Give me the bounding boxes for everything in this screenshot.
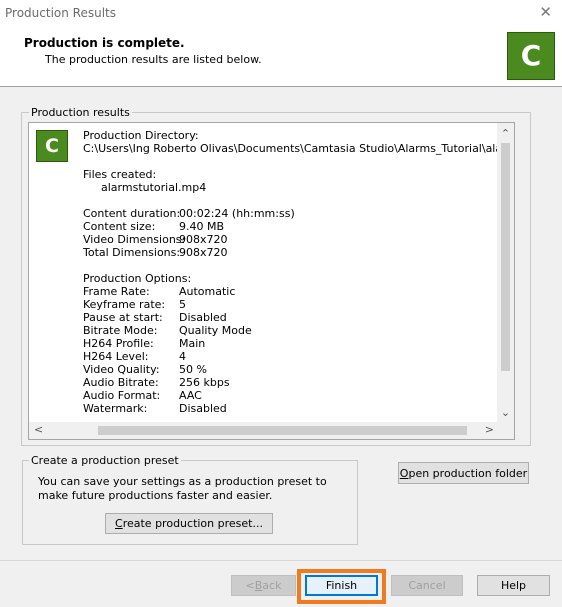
option-row: Audio Format: AAC [83, 389, 202, 402]
stat-row: Total Dimensions: 908x720 [83, 246, 228, 259]
cancel-button[interactable]: Cancel [391, 575, 463, 596]
back-button[interactable]: < Back [231, 575, 296, 596]
vertical-scrollbar[interactable]: ⌃ ⌄ [497, 123, 514, 422]
finish-highlight-box [297, 569, 386, 604]
scroll-right-icon[interactable]: > [485, 423, 494, 436]
directory-label: Production Directory: [83, 129, 199, 142]
option-row: Watermark: Disabled [83, 402, 227, 415]
production-results-label: Production results [29, 106, 132, 119]
created-file-name: alarmstutorial.mp4 [101, 181, 207, 194]
horizontal-scrollbar[interactable]: < > [29, 422, 499, 439]
option-row: Keyframe rate: 5 [83, 298, 186, 311]
create-preset-button[interactable]: Create production preset... [105, 513, 273, 534]
help-button[interactable]: Help [477, 575, 550, 596]
camtasia-logo-icon: C [507, 32, 555, 80]
files-created-label: Files created: [83, 168, 157, 181]
open-production-folder-button[interactable]: Open production folder [398, 462, 529, 484]
completion-subheading: The production results are listed below. [45, 53, 262, 66]
production-options-label: Production Options: [83, 272, 192, 285]
scroll-down-icon[interactable]: ⌄ [497, 406, 514, 419]
option-row: Video Quality: 50 % [83, 363, 207, 376]
stat-row: Content size: 9.40 MB [83, 220, 225, 233]
directory-path: C:\Users\Ing Roberto Olivas\Documents\Ca… [83, 142, 497, 155]
horizontal-scroll-thumb[interactable] [98, 426, 467, 435]
stat-row: Content duration: 00:02:24 (hh:mm:ss) [83, 207, 295, 220]
completion-heading: Production is complete. [24, 36, 185, 50]
option-row: H264 Level: 4 [83, 350, 186, 363]
scroll-corner [497, 422, 514, 439]
camtasia-file-icon: C [36, 130, 68, 162]
option-row: H264 Profile: Main [83, 337, 206, 350]
option-row: Bitrate Mode: Quality Mode [83, 324, 252, 337]
option-row: Frame Rate: Automatic [83, 285, 236, 298]
scroll-up-icon[interactable]: ⌃ [497, 127, 514, 140]
stat-row: Video Dimensions: 908x720 [83, 233, 228, 246]
logo-letter: C [520, 39, 542, 72]
results-text: Production Directory: C:\Users\Ing Rober… [83, 129, 497, 415]
production-results-list[interactable]: C Production Directory: C:\Users\Ing Rob… [28, 122, 515, 440]
window-title: Production Results [5, 6, 116, 20]
production-preset-label: Create a production preset [29, 454, 181, 467]
title-bar: Production Results ✕ [0, 0, 562, 26]
file-icon-letter: C [45, 134, 59, 157]
option-row: Audio Bitrate: 256 kbps [83, 376, 230, 389]
footer-separator [0, 560, 562, 561]
close-icon[interactable]: ✕ [539, 4, 552, 20]
scroll-left-icon[interactable]: < [34, 423, 43, 436]
preset-description: You can save your settings as a producti… [38, 475, 327, 502]
vertical-scroll-thumb[interactable] [501, 143, 510, 371]
header-panel: Production is complete. The production r… [0, 26, 562, 87]
option-row: Pause at start: Disabled [83, 311, 227, 324]
